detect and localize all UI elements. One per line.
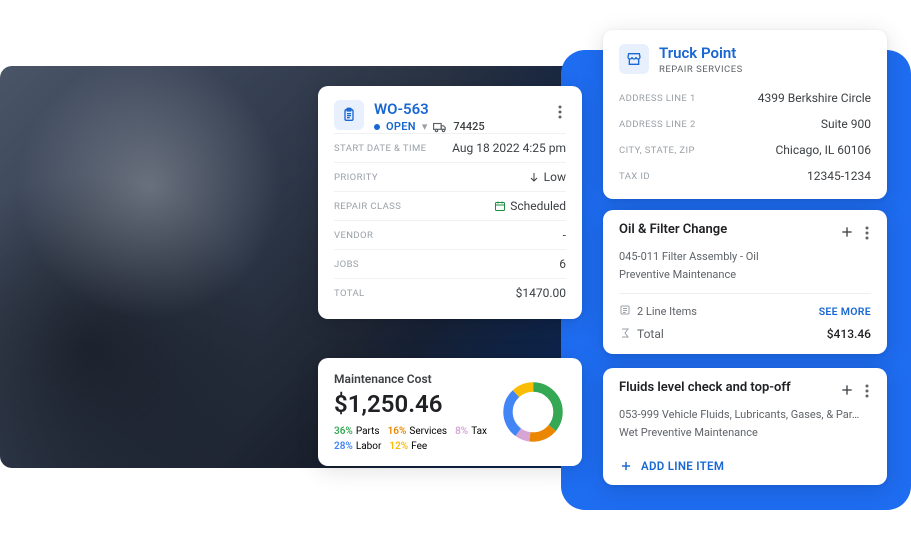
priority-label: PRIORITY (334, 172, 378, 183)
add-line-item-button[interactable]: ADD LINE ITEM (619, 459, 871, 473)
tax-pct: 8% (455, 426, 468, 437)
jobs-label: JOBS (334, 259, 359, 270)
calendar-icon (494, 200, 506, 212)
add-button[interactable] (837, 222, 857, 246)
maintenance-cost-amount: $1,250.46 (334, 390, 500, 418)
task-code: 045-011 Filter Assembly - Oil (619, 249, 871, 264)
start-date-label: START DATE & TIME (334, 143, 426, 154)
task-total-value: $413.46 (827, 327, 871, 341)
cost-donut-chart (500, 379, 566, 445)
arrow-down-icon (528, 171, 540, 183)
vendor-value: - (563, 228, 566, 242)
taxid-label: TAX ID (619, 171, 650, 182)
task-category: Preventive Maintenance (619, 267, 871, 282)
priority-value: Low (544, 170, 566, 184)
addr2-label: ADDRESS LINE 2 (619, 119, 696, 130)
asset-number: 74425 (453, 120, 484, 133)
csz-label: CITY, STATE, ZIP (619, 145, 695, 156)
task-title: Oil & Filter Change (619, 222, 837, 237)
work-order-id[interactable]: WO-563 (374, 100, 485, 118)
vendor-card: Truck Point REPAIR SERVICES ADDRESS LINE… (603, 30, 887, 199)
see-more-link[interactable]: SEE MORE (819, 305, 871, 318)
more-menu-button[interactable] (863, 223, 871, 246)
start-date-value: Aug 18 2022 4:25 pm (452, 141, 566, 155)
fee-pct: 12% (389, 441, 408, 452)
store-icon (619, 44, 649, 74)
vendor-subtitle: REPAIR SERVICES (659, 64, 743, 75)
list-icon (619, 304, 631, 319)
parts-pct: 36% (334, 426, 353, 437)
cost-legend: 36%Parts 16%Services 8%Tax 28%Labor 12%F… (334, 426, 500, 452)
maintenance-cost-title: Maintenance Cost (334, 372, 500, 386)
work-order-icon (334, 100, 364, 130)
task-code: 053-999 Vehicle Fluids, Lubricants, Gase… (619, 407, 871, 422)
jobs-value: 6 (559, 257, 566, 271)
more-menu-button[interactable] (863, 381, 871, 404)
line-items-count: 2 Line Items (637, 305, 697, 318)
addr2-value: Suite 900 (821, 117, 871, 131)
task-card-oil-filter: Oil & Filter Change 045-011 Filter Assem… (603, 210, 887, 354)
divider (619, 293, 871, 294)
work-order-card: WO-563 OPEN ▾ 74425 START DATE & TIME Aug… (318, 86, 582, 319)
total-label: TOTAL (334, 288, 365, 299)
total-value: $1470.00 (516, 286, 566, 300)
add-button[interactable] (837, 380, 857, 404)
more-menu-button[interactable] (554, 100, 566, 127)
services-pct: 16% (388, 426, 407, 437)
maintenance-cost-card: Maintenance Cost $1,250.46 36%Parts 16%S… (318, 358, 582, 466)
csz-value: Chicago, IL 60106 (776, 143, 872, 157)
task-card-fluids: Fluids level check and top-off 053-999 V… (603, 368, 887, 485)
task-category: Wet Preventive Maintenance (619, 425, 871, 440)
labor-pct: 28% (334, 441, 353, 452)
separator: ▾ (422, 120, 428, 133)
addr1-value: 4399 Berkshire Circle (758, 91, 871, 105)
truck-icon (433, 121, 447, 133)
task-title: Fluids level check and top-off (619, 380, 837, 395)
vendor-label: VENDOR (334, 230, 373, 241)
repair-class-value: Scheduled (510, 199, 566, 213)
repair-class-label: REPAIR CLASS (334, 201, 401, 212)
sum-icon (619, 327, 631, 342)
status-dot (374, 124, 380, 130)
status-badge: OPEN (386, 120, 416, 133)
taxid-value: 12345-1234 (807, 169, 871, 183)
addr1-label: ADDRESS LINE 1 (619, 93, 696, 104)
vendor-name[interactable]: Truck Point (659, 44, 743, 62)
task-total-label: Total (637, 327, 664, 341)
